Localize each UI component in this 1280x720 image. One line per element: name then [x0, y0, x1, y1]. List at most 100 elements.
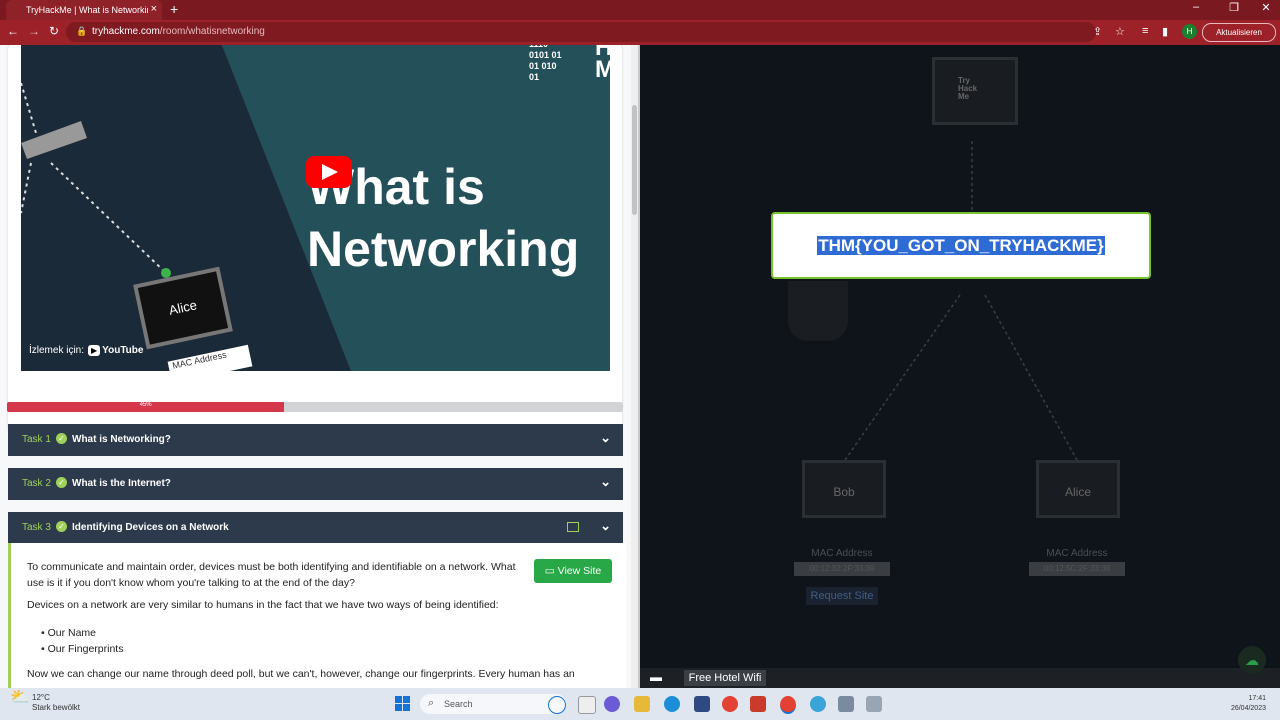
task-number: Task 2 [22, 478, 51, 489]
lock-icon[interactable]: 🔒 [76, 26, 87, 37]
check-icon: ✓ [56, 477, 67, 488]
app-icon-3[interactable] [866, 696, 882, 712]
alice-mac-value: 00:12:5C:2F:33:38 [1029, 562, 1125, 576]
chat-icon[interactable]: ☁ [1238, 646, 1266, 674]
bob-computer: Bob [802, 460, 886, 518]
window-icon: ▭ [544, 565, 558, 577]
check-icon: ✓ [56, 521, 67, 532]
flag-selection[interactable]: THM{YOU_GOT_ON_TRYHACKME} [817, 236, 1105, 255]
alice-label: Alice [1064, 485, 1091, 499]
update-button[interactable]: Aktualisieren [1202, 23, 1276, 42]
thm-logo-partial: Ha M [595, 45, 610, 83]
tab-title: TryHackMe | What is Networking? [26, 5, 148, 15]
task-paragraph: Now we can change our name through deed … [27, 668, 575, 680]
tab-close-icon[interactable]: × [151, 3, 157, 15]
youtube-label: YouTube [102, 345, 144, 356]
flag-text[interactable]: THM{YOU_GOT_ON_TRYHACKME} [773, 214, 1149, 277]
edge-dev-icon[interactable] [810, 696, 826, 712]
office-icon[interactable] [750, 696, 766, 712]
task-view-icon[interactable] [578, 696, 596, 714]
youtube-logo-icon: ▶ [88, 345, 101, 356]
tab-bar [0, 0, 1280, 20]
scrollbar-thumb[interactable] [632, 105, 637, 215]
alice-computer: Alice [1036, 460, 1120, 518]
wifi-name-tab[interactable]: Free Hotel Wifi [684, 670, 766, 686]
task-number: Task 1 [22, 434, 51, 445]
url-host: tryhackme.com [92, 26, 160, 37]
url-path: /room/whatisnetworking [159, 26, 265, 37]
minimize-bar-icon[interactable]: ▬ [650, 670, 662, 684]
task-title: What is the Internet? [72, 478, 171, 489]
app-icon[interactable] [548, 696, 566, 714]
chevron-down-icon[interactable]: ⌄ [600, 430, 611, 446]
chat-app-icon[interactable] [604, 696, 620, 712]
reload-icon[interactable]: ↻ [49, 24, 59, 38]
network-simulation: Try Hack Me Bob MAC Address 00:12:32:2F:… [640, 45, 1280, 668]
search-icon: ⌕ [428, 697, 435, 709]
watch-on-youtube[interactable]: İzlemek için: ▶ YouTube [29, 345, 143, 356]
media-icon[interactable]: ≡ [1142, 25, 1148, 37]
video-card: 1110 0101 01 01 010 01 Ha M What is Netw… [8, 45, 622, 433]
server-label: Try Hack Me [958, 76, 978, 101]
back-icon[interactable]: ← [7, 24, 19, 38]
watch-on-label: İzlemek için: [29, 345, 85, 356]
url-text[interactable]: tryhackme.com/room/whatisnetworking [92, 26, 265, 37]
router-device [788, 281, 848, 341]
profile-avatar[interactable]: H [1182, 24, 1197, 39]
flag-popup: THM{YOU_GOT_ON_TRYHACKME} [771, 212, 1151, 279]
bob-label: Bob [833, 485, 855, 499]
file-explorer-icon[interactable] [634, 696, 650, 712]
list-item-text: Our Name [47, 627, 97, 639]
network-links [844, 141, 1078, 461]
weather-text: Stark bewölkt [32, 703, 81, 712]
bob-mac-label: MAC Address [811, 548, 873, 559]
cloud-sun-icon: ⛅ [10, 689, 30, 706]
task-3-body: To communicate and maintain order, devic… [8, 543, 626, 688]
task-number: Task 3 [22, 522, 51, 533]
sidepanel-icon[interactable]: ▮ [1162, 25, 1168, 38]
date: 26/04/2023 [1230, 705, 1266, 712]
system-clock[interactable]: 17:41 26/04/2023 [1226, 694, 1266, 714]
windows-start-icon[interactable] [395, 696, 411, 712]
time: 17:41 [1248, 695, 1266, 702]
browser-tab[interactable]: TryHackMe | What is Networking? × [6, 0, 162, 20]
restore-icon[interactable]: ❐ [1224, 1, 1244, 14]
task-1-header[interactable]: Task 1 ✓ What is Networking? ⌄ [8, 424, 623, 456]
temperature: 12°C [32, 693, 50, 702]
task-3-header[interactable]: Task 3 ✓ Identifying Devices on a Networ… [8, 512, 623, 544]
room-content-pane: 1110 0101 01 01 010 01 Ha M What is Netw… [0, 45, 638, 688]
view-site-button[interactable]: ▭ View Site [534, 559, 612, 583]
task-2-header[interactable]: Task 2 ✓ What is the Internet? ⌄ [8, 468, 623, 500]
edge-icon[interactable] [664, 696, 680, 712]
chrome-icon[interactable] [722, 696, 738, 712]
video-title-line2: Networking [307, 221, 580, 277]
youtube-play-icon[interactable] [306, 156, 352, 188]
binary-decoration: 1110 0101 01 01 010 01 [529, 45, 562, 82]
task-title: What is Networking? [72, 434, 171, 445]
share-icon[interactable]: ⇪ [1093, 25, 1102, 38]
chrome-active-icon[interactable] [780, 696, 796, 714]
app-icon-2[interactable] [838, 696, 854, 712]
video-player[interactable]: 1110 0101 01 01 010 01 Ha M What is Netw… [21, 45, 610, 371]
request-site-button[interactable]: Request Site [806, 587, 878, 605]
task-title: Identifying Devices on a Network [72, 522, 229, 533]
search-label: Search [444, 699, 473, 709]
static-site-icon[interactable] [567, 522, 579, 532]
chevron-down-icon[interactable]: ⌄ [600, 518, 611, 534]
list-item-text: Our Fingerprints [47, 643, 124, 655]
forward-icon[interactable]: → [28, 24, 40, 38]
alice-mac-label: MAC Address [1046, 548, 1108, 559]
window-close-icon[interactable]: ✕ [1256, 1, 1276, 14]
task-paragraph: To communicate and maintain order, devic… [27, 561, 516, 589]
list-item: • Our Name [41, 627, 97, 639]
bob-mac-value: 00:12:32:2F:33:39 [794, 562, 890, 576]
task-paragraph: Devices on a network are very similar to… [27, 599, 499, 611]
progress-label: 45% [139, 402, 152, 408]
minimize-icon[interactable]: – [1186, 1, 1206, 13]
chevron-down-icon[interactable]: ⌄ [600, 474, 611, 490]
taskbar-search[interactable]: ⌕ Search [420, 694, 566, 714]
new-tab-button[interactable]: + [170, 1, 178, 17]
view-site-label: View Site [557, 565, 602, 577]
store-icon[interactable] [694, 696, 710, 712]
bookmark-star-icon[interactable]: ☆ [1115, 25, 1125, 38]
